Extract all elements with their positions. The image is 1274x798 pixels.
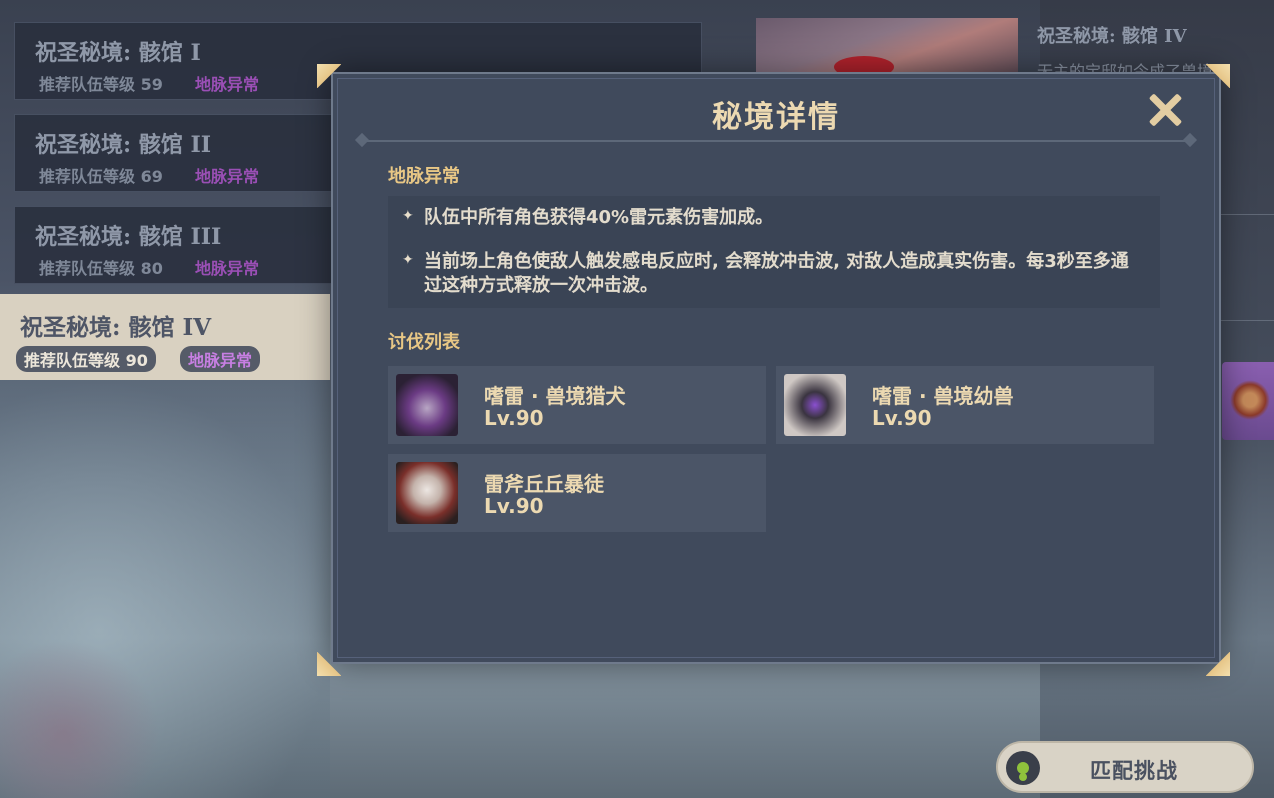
ley-line-tag: 地脉异常 — [195, 259, 260, 278]
frame-corner-ornament — [317, 64, 345, 92]
dungeon-title: 祝圣秘境: 骸馆 III — [35, 224, 222, 250]
ley-line-tag: 地脉异常 — [195, 75, 260, 94]
enemy-name: 嗜雷 · 兽境猎犬 — [484, 384, 626, 408]
enemy-portrait-icon — [396, 462, 458, 524]
enemy-level: Lv.90 — [872, 406, 932, 430]
enemy-name: 雷斧丘丘暴徒 — [484, 472, 604, 496]
ley-line-tag: 地脉异常 — [180, 346, 261, 372]
dungeon-level: 推荐队伍等级 69 — [39, 167, 163, 186]
title-divider — [354, 132, 1198, 148]
frame-corner-ornament — [1202, 64, 1230, 92]
enemy-level: Lv.90 — [484, 406, 544, 430]
enemy-name: 嗜雷 · 兽境幼兽 — [872, 384, 1014, 408]
enemy-portrait-icon — [396, 374, 458, 436]
dungeon-level: 推荐队伍等级 90 — [16, 346, 156, 372]
dungeon-item-4-selected[interactable]: 祝圣秘境: 骸馆 IV 推荐队伍等级 90 地脉异常 — [0, 294, 330, 380]
enemy-card[interactable]: 嗜雷 · 兽境幼兽 Lv.90 — [776, 366, 1154, 444]
dungeon-preview-image — [756, 18, 1018, 78]
star-bullet-icon: ✦ — [402, 252, 414, 268]
domain-details-dialog: 秘境详情 地脉异常 ✦ 队伍中所有角色获得40%雷元素伤害加成。 ✦ 当前场上角… — [331, 72, 1221, 664]
ley-effect-text: 当前场上角色使敌人触发感电反应时, 会释放冲击波, 对敌人造成真实伤害。每3秒至… — [424, 251, 1129, 296]
dungeon-level: 推荐队伍等级 80 — [39, 259, 163, 278]
enemy-portrait-icon — [784, 374, 846, 436]
ley-line-effects: ✦ 队伍中所有角色获得40%雷元素伤害加成。 ✦ 当前场上角色使敌人触发感电反应… — [388, 196, 1160, 308]
dungeon-level: 推荐队伍等级 59 — [39, 75, 163, 94]
coop-icon — [1006, 751, 1040, 785]
dungeon-title: 祝圣秘境: 骸馆 I — [35, 40, 201, 66]
close-icon[interactable] — [1147, 92, 1183, 128]
match-challenge-label: 匹配挑战 — [1090, 759, 1178, 783]
reward-item[interactable] — [1222, 362, 1274, 440]
frame-corner-ornament — [317, 648, 345, 676]
enemy-level: Lv.90 — [484, 494, 544, 518]
background-flowers — [0, 640, 160, 798]
star-bullet-icon: ✦ — [402, 208, 414, 224]
ley-effect-text: 队伍中所有角色获得40%雷元素伤害加成。 — [424, 207, 774, 228]
frame-corner-ornament — [1202, 648, 1230, 676]
enemy-list-heading: 讨伐列表 — [388, 332, 460, 353]
list-item: ✦ 队伍中所有角色获得40%雷元素伤害加成。 — [402, 206, 1144, 230]
ley-line-disorder-heading: 地脉异常 — [388, 166, 460, 187]
detail-title: 祝圣秘境: 骸馆 IV — [1037, 26, 1187, 47]
list-item: ✦ 当前场上角色使敌人触发感电反应时, 会释放冲击波, 对敌人造成真实伤害。每3… — [402, 250, 1144, 298]
dungeon-title: 祝圣秘境: 骸馆 IV — [20, 314, 212, 341]
enemy-card[interactable]: 雷斧丘丘暴徒 Lv.90 — [388, 454, 766, 532]
dungeon-title: 祝圣秘境: 骸馆 II — [35, 132, 212, 158]
ley-line-tag: 地脉异常 — [195, 167, 260, 186]
enemy-card[interactable]: 嗜雷 · 兽境猎犬 Lv.90 — [388, 366, 766, 444]
match-challenge-button[interactable]: 匹配挑战 — [996, 741, 1254, 793]
dialog-title: 秘境详情 — [712, 100, 840, 135]
knot-artifact-icon — [1230, 380, 1270, 420]
